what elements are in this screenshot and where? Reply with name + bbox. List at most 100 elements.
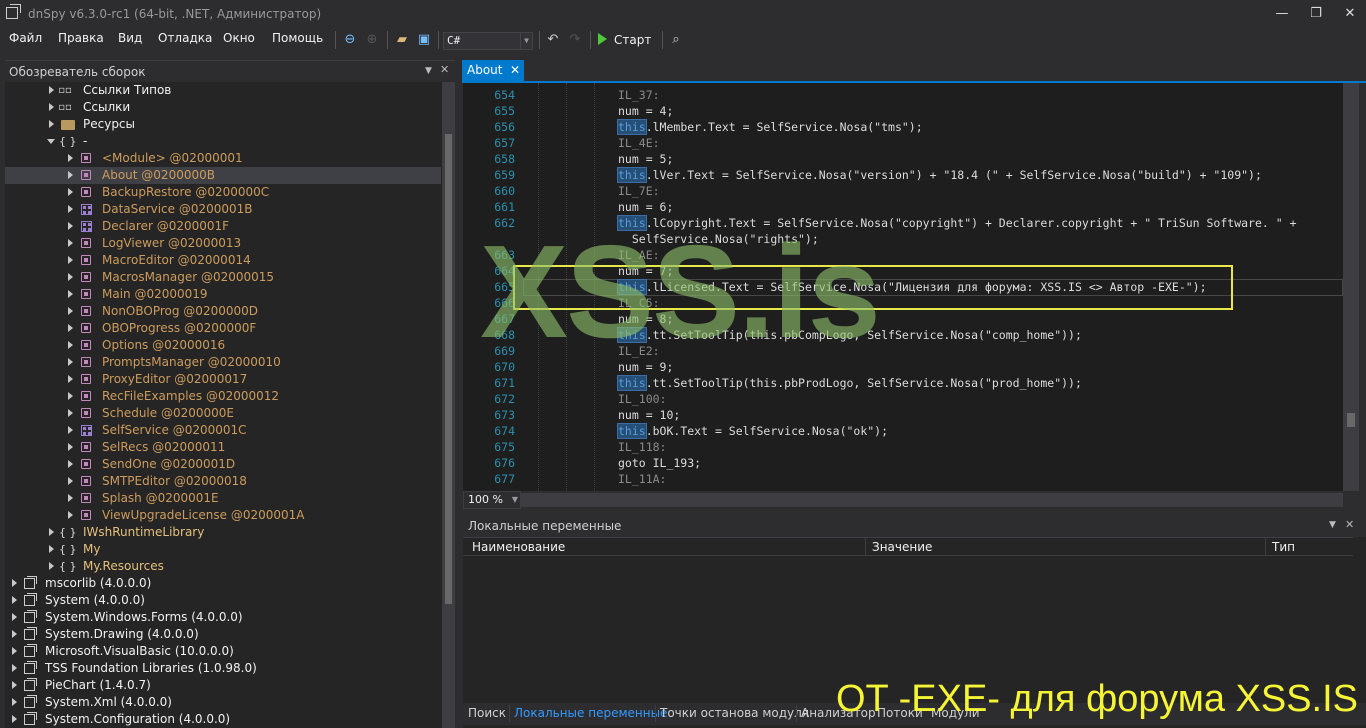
expand-icon[interactable] — [49, 103, 54, 111]
maximize-button[interactable]: ❐ — [1306, 4, 1326, 24]
tree-item[interactable]: TSS Foundation Libraries (1.0.98.0) — [5, 660, 441, 677]
tab-locals[interactable]: Локальные переменные — [514, 706, 667, 720]
expand-icon[interactable] — [68, 154, 73, 162]
tree-item[interactable]: MacroEditor @02000014 — [5, 252, 441, 269]
tree-item[interactable]: SelRecs @02000011 — [5, 439, 441, 456]
tree-item[interactable]: <Module> @02000001 — [5, 150, 441, 167]
expand-icon[interactable] — [68, 171, 73, 179]
expand-icon[interactable] — [49, 528, 54, 536]
expand-icon[interactable] — [12, 579, 17, 587]
tree-item[interactable]: mscorlib (4.0.0.0) — [5, 575, 441, 592]
tree-item[interactable]: { } My.Resources — [5, 558, 441, 575]
expand-icon[interactable] — [12, 596, 17, 604]
tree-item[interactable]: ▫▫ Ссылки Типов — [5, 82, 441, 99]
menu-edit[interactable]: Правка — [58, 31, 104, 45]
tree-item[interactable]: System.Configuration (4.0.0.0) — [5, 711, 441, 728]
column-type[interactable]: Тип — [1272, 540, 1295, 554]
scrollbar-thumb[interactable] — [445, 134, 452, 604]
tree-item[interactable]: RecFileExamples @02000012 — [5, 388, 441, 405]
menu-window[interactable]: Окно — [223, 31, 255, 45]
tree-item[interactable]: ▫▫ Ссылки — [5, 99, 441, 116]
expand-icon[interactable] — [12, 664, 17, 672]
save-icon[interactable]: ▣ — [415, 31, 433, 49]
expand-icon[interactable] — [68, 290, 73, 298]
editor-hscrollbar[interactable] — [521, 493, 1343, 507]
expand-icon[interactable] — [68, 358, 73, 366]
tree-item[interactable]: { } My — [5, 541, 441, 558]
column-divider[interactable] — [1265, 538, 1266, 556]
expand-icon[interactable] — [68, 511, 73, 519]
tree-item[interactable]: PieChart (1.4.0.7) — [5, 677, 441, 694]
minimize-button[interactable]: — — [1272, 4, 1292, 24]
column-divider[interactable] — [865, 538, 866, 556]
expand-icon[interactable] — [68, 273, 73, 281]
tree-item[interactable]: PromptsManager @02000010 — [5, 354, 441, 371]
menu-file[interactable]: Файл — [9, 31, 42, 45]
scrollbar-thumb[interactable] — [1347, 413, 1355, 427]
collapse-icon[interactable] — [47, 139, 55, 144]
expand-icon[interactable] — [68, 205, 73, 213]
expand-icon[interactable] — [68, 392, 73, 400]
close-button[interactable]: ✕ — [1340, 4, 1360, 24]
expand-icon[interactable] — [68, 222, 73, 230]
tree-item[interactable]: Declarer @0200001F — [5, 218, 441, 235]
tree-item[interactable]: SMTPEditor @02000018 — [5, 473, 441, 490]
close-icon[interactable]: ✕ — [1345, 518, 1354, 531]
tree-item[interactable]: ProxyEditor @02000017 — [5, 371, 441, 388]
expand-icon[interactable] — [12, 681, 17, 689]
tree-item[interactable]: OBOProgress @0200000F — [5, 320, 441, 337]
zoom-select[interactable]: 100 % ▼ — [463, 491, 521, 509]
expand-icon[interactable] — [68, 375, 73, 383]
tree-item[interactable]: LogViewer @02000013 — [5, 235, 441, 252]
expand-icon[interactable] — [68, 324, 73, 332]
tree-item[interactable]: System (4.0.0.0) — [5, 592, 441, 609]
tree-item-selected[interactable]: About @0200000B — [5, 167, 441, 184]
panel-menu-icon[interactable]: ▼ — [1329, 520, 1336, 530]
expand-icon[interactable] — [12, 630, 17, 638]
expand-icon[interactable] — [68, 409, 73, 417]
tree-item[interactable]: SendOne @0200001D — [5, 456, 441, 473]
menu-debug[interactable]: Отладка — [158, 31, 212, 45]
tree-item[interactable]: SelfService @0200001C — [5, 422, 441, 439]
tree-item[interactable]: System.Xml (4.0.0.0) — [5, 694, 441, 711]
navigate-back-icon[interactable]: ⊖ — [341, 31, 359, 49]
column-name[interactable]: Наименование — [472, 540, 565, 554]
expand-icon[interactable] — [68, 239, 73, 247]
expand-icon[interactable] — [68, 341, 73, 349]
tree-item[interactable]: NonOBOProg @0200000D — [5, 303, 441, 320]
tree-item[interactable]: ViewUpgradeLicense @0200001A — [5, 507, 441, 524]
column-value[interactable]: Значение — [872, 540, 932, 554]
expand-icon[interactable] — [68, 494, 73, 502]
tree-item[interactable]: Splash @0200001E — [5, 490, 441, 507]
menu-view[interactable]: Вид — [118, 31, 142, 45]
tree-item[interactable]: Options @02000016 — [5, 337, 441, 354]
expand-icon[interactable] — [68, 188, 73, 196]
expand-icon[interactable] — [49, 545, 54, 553]
expand-icon[interactable] — [49, 120, 54, 128]
expand-icon[interactable] — [68, 443, 73, 451]
tab-module-breakpoints[interactable]: Точки останова модуля — [660, 706, 809, 720]
redo-icon[interactable]: ↷ — [566, 31, 584, 49]
tree-item[interactable]: System.Drawing (4.0.0.0) — [5, 626, 441, 643]
expand-icon[interactable] — [68, 426, 73, 434]
close-tab-icon[interactable]: ✕ — [510, 60, 520, 80]
start-debug-button[interactable]: Старт — [598, 31, 651, 51]
editor-vscrollbar[interactable] — [1343, 83, 1359, 491]
navigate-forward-icon[interactable]: ⊕ — [363, 31, 381, 49]
tree-item[interactable]: Microsoft.VisualBasic (10.0.0.0) — [5, 643, 441, 660]
tree-item[interactable]: Ресурсы — [5, 116, 441, 133]
search-icon[interactable]: ⌕ — [667, 31, 685, 49]
tree-item[interactable]: Main @02000019 — [5, 286, 441, 303]
undo-icon[interactable]: ↶ — [544, 31, 562, 49]
tree-item[interactable]: MacrosManager @02000015 — [5, 269, 441, 286]
expand-icon[interactable] — [68, 256, 73, 264]
expand-icon[interactable] — [68, 460, 73, 468]
tree-item[interactable]: Schedule @0200000E — [5, 405, 441, 422]
tab-search[interactable]: Поиск — [468, 706, 506, 720]
menu-help[interactable]: Помощь — [272, 31, 323, 45]
tree-item[interactable]: System.Windows.Forms (4.0.0.0) — [5, 609, 441, 626]
close-icon[interactable]: ✕ — [440, 63, 449, 76]
expand-icon[interactable] — [49, 562, 54, 570]
panel-menu-icon[interactable]: ▼ — [425, 66, 432, 76]
language-select[interactable]: C# ▼ — [443, 32, 533, 50]
